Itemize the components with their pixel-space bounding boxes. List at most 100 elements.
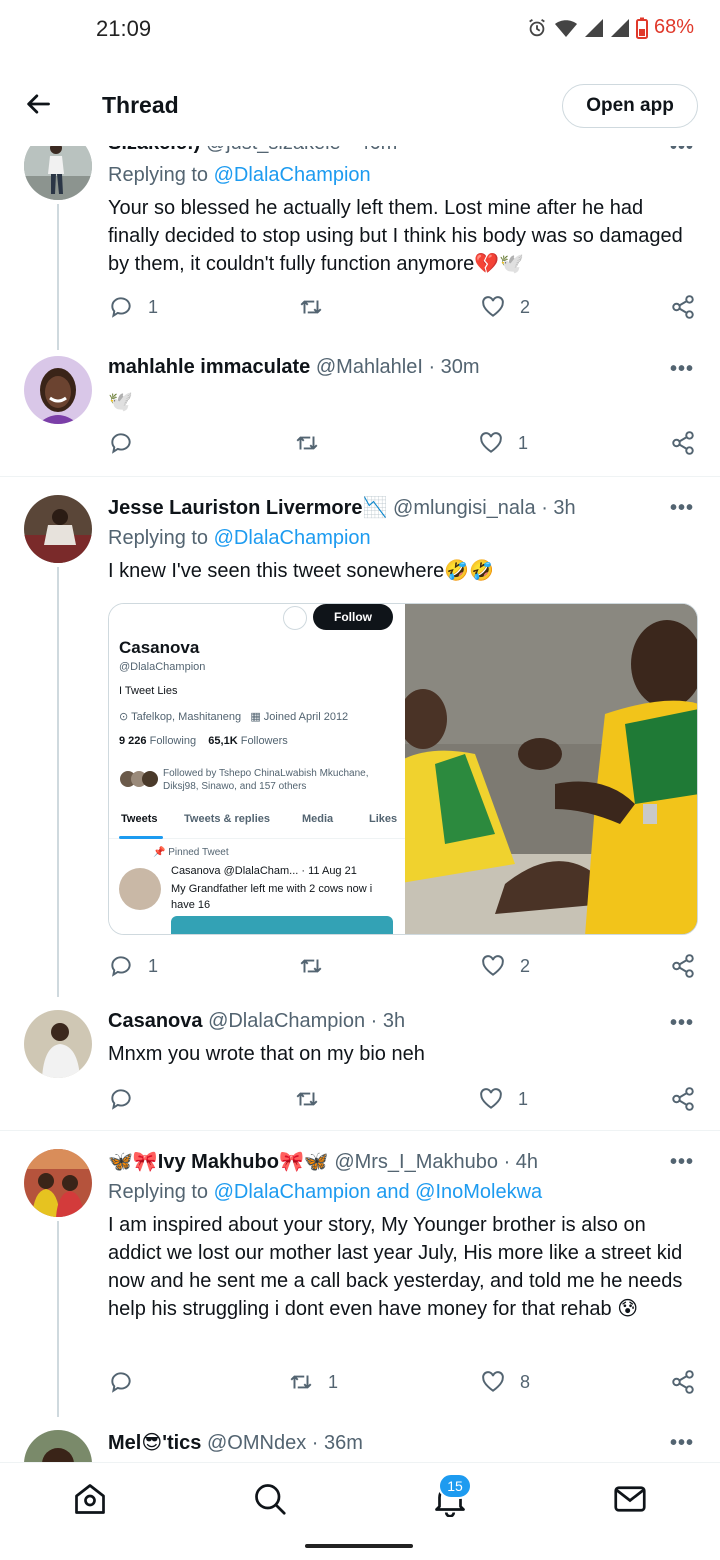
page-title: Thread: [102, 92, 179, 118]
share-button[interactable]: [670, 294, 696, 320]
retweet-button[interactable]: [294, 430, 334, 456]
tweet-media[interactable]: Follow Casanova @DlalaChampion I Tweet L…: [108, 603, 698, 935]
like-count: 2: [520, 296, 531, 317]
avatar[interactable]: [24, 1149, 92, 1217]
avatar[interactable]: [24, 495, 92, 563]
mention-link[interactable]: @DlalaChampion: [214, 164, 371, 186]
mail-icon: [283, 606, 307, 630]
reply-icon: [111, 297, 131, 318]
calendar-icon: ▦: [250, 711, 264, 723]
reply-button[interactable]: 1: [108, 953, 158, 979]
avatar[interactable]: [24, 1430, 92, 1462]
profile-bio: I Tweet Lies: [119, 685, 178, 697]
followers-label: Followers: [240, 735, 288, 747]
mail-icon[interactable]: [612, 1481, 648, 1517]
reply-icon: [111, 1089, 131, 1110]
display-name[interactable]: mahlahle immaculate: [108, 356, 310, 378]
heart-icon: [482, 955, 504, 976]
profile-screenshot-image[interactable]: Follow Casanova @DlalaChampion I Tweet L…: [109, 604, 405, 934]
tab-replies: Tweets & replies: [184, 813, 270, 825]
back-arrow-icon[interactable]: [24, 90, 52, 118]
gesture-bar[interactable]: [305, 1544, 413, 1548]
timestamp: · 4h: [503, 1151, 539, 1173]
replying-to: Replying to @DlalaChampion and @InoMolek…: [108, 1181, 542, 1204]
handle: @MahlahleI: [315, 356, 423, 378]
display-name[interactable]: 🦋🎀Ivy Makhubo🎀🦋: [108, 1151, 329, 1173]
more-dots-icon[interactable]: •••: [670, 358, 694, 381]
like-button[interactable]: 1: [478, 1086, 528, 1112]
retweet-icon: [300, 300, 322, 314]
followers-count: 65,1K: [208, 735, 238, 747]
status-icons: 68%: [526, 16, 694, 39]
reply-button[interactable]: [108, 1086, 148, 1112]
retweet-count: 1: [328, 1371, 339, 1392]
replying-to: Replying to @DlalaChampion: [108, 164, 371, 187]
tweet-header: Jesse Lauriston Livermore📉 @mlungisi_nal…: [108, 495, 650, 520]
like-button[interactable]: 8: [480, 1369, 530, 1395]
tweet-actions: 1: [108, 430, 698, 460]
timestamp: · 3h: [541, 497, 576, 519]
retweet-button[interactable]: [294, 1086, 334, 1112]
heart-icon: [482, 1371, 504, 1392]
tweet-meltics[interactable]: Mel😎'tics @OMNdex · 36m •••: [0, 1416, 720, 1462]
retweet-icon: [290, 1375, 312, 1389]
tweet-header: 🦋🎀Ivy Makhubo🎀🦋 @Mrs_I_Makhubo · 4h: [108, 1149, 650, 1174]
tab-underline: [119, 836, 163, 839]
avatar[interactable]: [24, 1010, 92, 1078]
retweet-button[interactable]: [298, 294, 338, 320]
retweet-icon: [300, 959, 322, 973]
retweet-button[interactable]: [298, 953, 338, 979]
like-button[interactable]: 2: [480, 294, 530, 320]
like-button[interactable]: 2: [480, 953, 530, 979]
tweet-text: Your so blessed he actually left them. L…: [108, 197, 683, 275]
more-dots-icon[interactable]: •••: [670, 1012, 694, 1035]
tab-media: Media: [302, 813, 334, 825]
tweet-actions: 1: [108, 1086, 698, 1116]
share-button[interactable]: [670, 1086, 696, 1112]
tweet-actions: 1 2: [108, 294, 698, 324]
reply-count: 1: [148, 955, 159, 976]
reply-button[interactable]: [108, 1369, 148, 1395]
more-dots-icon[interactable]: •••: [670, 1432, 694, 1455]
signal-icon: [584, 18, 603, 37]
reply-icon: [111, 1372, 131, 1393]
tab-likes: Likes: [369, 813, 398, 825]
home-icon[interactable]: [72, 1481, 108, 1517]
tweet-mahlahle[interactable]: mahlahle immaculate @MahlahleI · 30m •••…: [0, 350, 720, 476]
reply-button[interactable]: 1: [108, 294, 158, 320]
thread-line: [57, 1221, 59, 1417]
like-count: 1: [518, 432, 529, 453]
mention-link[interactable]: @DlalaChampion: [214, 527, 371, 549]
tweet-text: Mnxm you wrote that on my bio neh: [108, 1043, 425, 1065]
mention-link[interactable]: @DlalaChampion and @InoMolekwa: [214, 1181, 543, 1203]
more-dots-icon[interactable]: •••: [670, 497, 694, 520]
handle: @OMNdex: [206, 1432, 307, 1454]
thread-header: Thread Open app: [0, 70, 720, 146]
share-button[interactable]: [670, 953, 696, 979]
replying-prefix: Replying to: [108, 164, 209, 186]
search-icon[interactable]: [252, 1481, 288, 1517]
photo-image[interactable]: [405, 604, 697, 934]
reply-button[interactable]: [108, 430, 148, 456]
thread-feed[interactable]: Sizakele:) @just_sizakele · 46m ••• Repl…: [0, 134, 720, 1462]
open-app-button[interactable]: Open app: [562, 84, 698, 128]
like-button[interactable]: 1: [478, 430, 528, 456]
display-name[interactable]: Casanova: [108, 1010, 203, 1032]
tweet-ivy[interactable]: 🦋🎀Ivy Makhubo🎀🦋 @Mrs_I_Makhubo · 4h ••• …: [0, 1130, 720, 1417]
tweet-sizakele[interactable]: Sizakele:) @just_sizakele · 46m ••• Repl…: [0, 134, 720, 350]
display-name[interactable]: Jesse Lauriston Livermore📉: [108, 497, 387, 519]
tweet-casanova[interactable]: Casanova @DlalaChampion · 3h ••• Mnxm yo…: [0, 996, 720, 1130]
thread-line: [57, 567, 59, 997]
tweet-text: I am inspired about your story, My Young…: [108, 1214, 683, 1320]
display-name[interactable]: Mel😎'tics: [108, 1432, 201, 1454]
share-button[interactable]: [670, 430, 696, 456]
more-dots-icon[interactable]: •••: [670, 1151, 694, 1174]
retweet-button[interactable]: 1: [288, 1369, 338, 1395]
status-time: 21:09: [96, 16, 152, 41]
avatar[interactable]: [24, 356, 92, 424]
tweet-header: mahlahle immaculate @MahlahleI · 30m: [108, 356, 650, 379]
tweet-jesse[interactable]: Jesse Lauriston Livermore📉 @mlungisi_nal…: [0, 476, 720, 997]
notifications-badge: 15: [438, 1473, 472, 1499]
share-button[interactable]: [670, 1369, 696, 1395]
share-icon: [672, 295, 694, 319]
